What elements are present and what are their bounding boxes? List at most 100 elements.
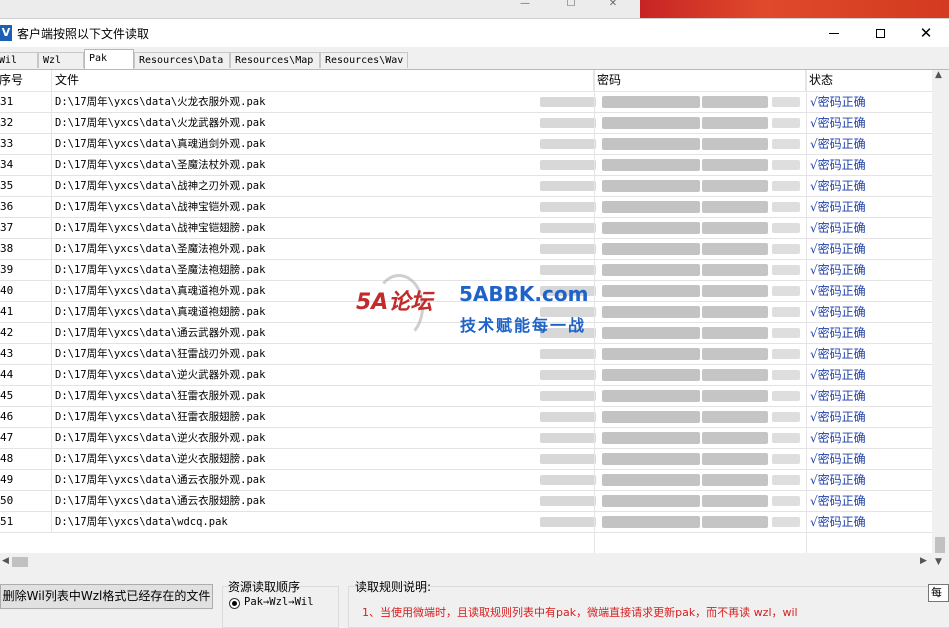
vertical-scrollbar[interactable]: ▲ ▼ bbox=[932, 70, 949, 571]
table-row[interactable]: 36 D:\17周年\yxcs\data\战神宝铠外观.pak √密码正确 bbox=[0, 197, 932, 218]
table-row[interactable]: 33 D:\17周年\yxcs\data\真魂逍剑外观.pak √密码正确 bbox=[0, 134, 932, 155]
password-blur bbox=[772, 118, 800, 128]
table-row[interactable]: 43 D:\17周年\yxcs\data\狂雷战刃外观.pak √密码正确 bbox=[0, 344, 932, 365]
table-row[interactable]: 39 D:\17周年\yxcs\data\圣魔法袍翅膀.pak √密码正确 bbox=[0, 260, 932, 281]
table-row[interactable]: 34 D:\17周年\yxcs\data\圣魔法杖外观.pak √密码正确 bbox=[0, 155, 932, 176]
row-password-obscured bbox=[540, 197, 806, 217]
password-blur bbox=[540, 97, 596, 107]
table-row[interactable]: 44 D:\17周年\yxcs\data\逆火武器外观.pak √密码正确 bbox=[0, 365, 932, 386]
password-blur bbox=[540, 496, 596, 506]
table-row[interactable]: 42 D:\17周年\yxcs\data\通云武器外观.pak √密码正确 bbox=[0, 323, 932, 344]
tab-resources-wav[interactable]: Resources\Wav bbox=[320, 52, 408, 68]
header-password[interactable]: 密码 bbox=[594, 70, 806, 91]
row-file-path: D:\17周年\yxcs\data\真魂道袍翅膀.pak bbox=[55, 306, 266, 318]
password-blur bbox=[772, 475, 800, 485]
minimize-button[interactable] bbox=[811, 19, 857, 47]
password-blur bbox=[702, 138, 768, 150]
horizontal-scrollbar[interactable]: ◀ ▶ bbox=[0, 553, 932, 571]
row-status: √密码正确 bbox=[810, 326, 866, 340]
row-number: 34 bbox=[0, 155, 52, 175]
table-row[interactable]: 35 D:\17周年\yxcs\data\战神之刃外观.pak √密码正确 bbox=[0, 176, 932, 197]
password-blur bbox=[540, 391, 596, 401]
password-blur bbox=[772, 181, 800, 191]
table-row[interactable]: 38 D:\17周年\yxcs\data\圣魔法袍外观.pak √密码正确 bbox=[0, 239, 932, 260]
maximize-button[interactable] bbox=[857, 19, 903, 47]
table-row[interactable]: 48 D:\17周年\yxcs\data\逆火衣服翅膀.pak √密码正确 bbox=[0, 449, 932, 470]
table-row[interactable]: 51 D:\17周年\yxcs\data\wdcq.pak √密码正确 bbox=[0, 512, 932, 533]
row-number: 32 bbox=[0, 113, 52, 133]
horizontal-scroll-thumb[interactable] bbox=[12, 557, 28, 567]
password-blur bbox=[602, 390, 700, 402]
password-blur bbox=[540, 475, 596, 485]
row-status: √密码正确 bbox=[810, 431, 866, 445]
password-blur bbox=[772, 97, 800, 107]
row-file-path: D:\17周年\yxcs\data\通云衣服外观.pak bbox=[55, 474, 266, 486]
tab-wil[interactable]: Wil bbox=[0, 52, 38, 68]
scroll-down-icon[interactable]: ▼ bbox=[935, 557, 942, 567]
file-list[interactable]: 序号 文件 密码 状态 31 D:\17周年\yxcs\data\火龙衣服外观.p… bbox=[0, 70, 932, 553]
row-password-obscured bbox=[540, 92, 806, 112]
password-blur bbox=[540, 433, 596, 443]
delete-existing-files-button[interactable]: 删除Wil列表中Wzl格式已经存在的文件 bbox=[0, 584, 213, 609]
table-row[interactable]: 32 D:\17周年\yxcs\data\火龙武器外观.pak √密码正确 bbox=[0, 113, 932, 134]
row-password-obscured bbox=[540, 386, 806, 406]
header-status[interactable]: 状态 bbox=[806, 70, 932, 91]
row-number: 38 bbox=[0, 239, 52, 259]
row-file-path: D:\17周年\yxcs\data\通云武器外观.pak bbox=[55, 327, 266, 339]
tab-resources-data[interactable]: Resources\Data bbox=[134, 52, 230, 68]
table-row[interactable]: 31 D:\17周年\yxcs\data\火龙衣服外观.pak √密码正确 bbox=[0, 92, 932, 113]
table-row[interactable]: 49 D:\17周年\yxcs\data\通云衣服外观.pak √密码正确 bbox=[0, 470, 932, 491]
main-window: V 客户端按照以下文件读取 ✕ Wil Wzl Pak Resources\Da… bbox=[0, 18, 949, 628]
password-blur bbox=[702, 285, 768, 297]
scroll-up-icon[interactable]: ▲ bbox=[935, 70, 942, 80]
tab-resources-map[interactable]: Resources\Map bbox=[230, 52, 320, 68]
password-blur bbox=[602, 306, 700, 318]
tab-bar: Wil Wzl Pak Resources\Data Resources\Map… bbox=[0, 49, 949, 70]
row-number: 51 bbox=[0, 512, 52, 532]
tab-pak[interactable]: Pak bbox=[84, 49, 134, 69]
header-number[interactable]: 序号 bbox=[0, 70, 52, 91]
close-button[interactable]: ✕ bbox=[903, 19, 949, 47]
row-password-obscured bbox=[540, 470, 806, 490]
row-status: √密码正确 bbox=[810, 137, 866, 151]
minimize-icon bbox=[829, 32, 839, 34]
password-blur bbox=[602, 159, 700, 171]
password-blur bbox=[602, 222, 700, 234]
password-blur bbox=[540, 412, 596, 422]
row-status: √密码正确 bbox=[810, 284, 866, 298]
row-status: √密码正确 bbox=[810, 95, 866, 109]
table-row[interactable]: 45 D:\17周年\yxcs\data\狂雷衣服外观.pak √密码正确 bbox=[0, 386, 932, 407]
row-password-obscured bbox=[540, 302, 806, 322]
tab-wzl[interactable]: Wzl bbox=[38, 52, 84, 68]
password-blur bbox=[602, 243, 700, 255]
scroll-left-icon[interactable]: ◀ bbox=[2, 556, 9, 566]
read-order-radio-label[interactable]: Pak→Wzl→Wil bbox=[244, 596, 314, 608]
password-blur bbox=[540, 181, 596, 191]
table-row[interactable]: 41 D:\17周年\yxcs\data\真魂道袍翅膀.pak √密码正确 bbox=[0, 302, 932, 323]
row-status: √密码正确 bbox=[810, 305, 866, 319]
row-file-path: D:\17周年\yxcs\data\通云衣服翅膀.pak bbox=[55, 495, 266, 507]
password-blur bbox=[602, 495, 700, 507]
table-row[interactable]: 50 D:\17周年\yxcs\data\通云衣服翅膀.pak √密码正确 bbox=[0, 491, 932, 512]
table-row[interactable]: 37 D:\17周年\yxcs\data\战神宝铠翅膀.pak √密码正确 bbox=[0, 218, 932, 239]
table-row[interactable]: 40 D:\17周年\yxcs\data\真魂道袍外观.pak √密码正确 bbox=[0, 281, 932, 302]
row-number: 43 bbox=[0, 344, 52, 364]
close-icon: ✕ bbox=[919, 24, 933, 42]
password-blur bbox=[772, 244, 800, 254]
scroll-right-icon[interactable]: ▶ bbox=[920, 556, 927, 566]
row-number: 35 bbox=[0, 176, 52, 196]
password-blur bbox=[702, 432, 768, 444]
row-number: 45 bbox=[0, 386, 52, 406]
read-order-radio[interactable] bbox=[229, 598, 240, 609]
password-blur bbox=[540, 202, 596, 212]
password-blur bbox=[702, 243, 768, 255]
table-row[interactable]: 46 D:\17周年\yxcs\data\狂雷衣服翅膀.pak √密码正确 bbox=[0, 407, 932, 428]
table-row[interactable]: 47 D:\17周年\yxcs\data\逆火衣服外观.pak √密码正确 bbox=[0, 428, 932, 449]
password-blur bbox=[540, 517, 596, 527]
vertical-scroll-thumb[interactable] bbox=[935, 537, 945, 553]
password-blur bbox=[702, 306, 768, 318]
password-blur bbox=[602, 285, 700, 297]
password-blur bbox=[540, 265, 596, 275]
row-password-obscured bbox=[540, 113, 806, 133]
header-file[interactable]: 文件 bbox=[52, 70, 594, 91]
